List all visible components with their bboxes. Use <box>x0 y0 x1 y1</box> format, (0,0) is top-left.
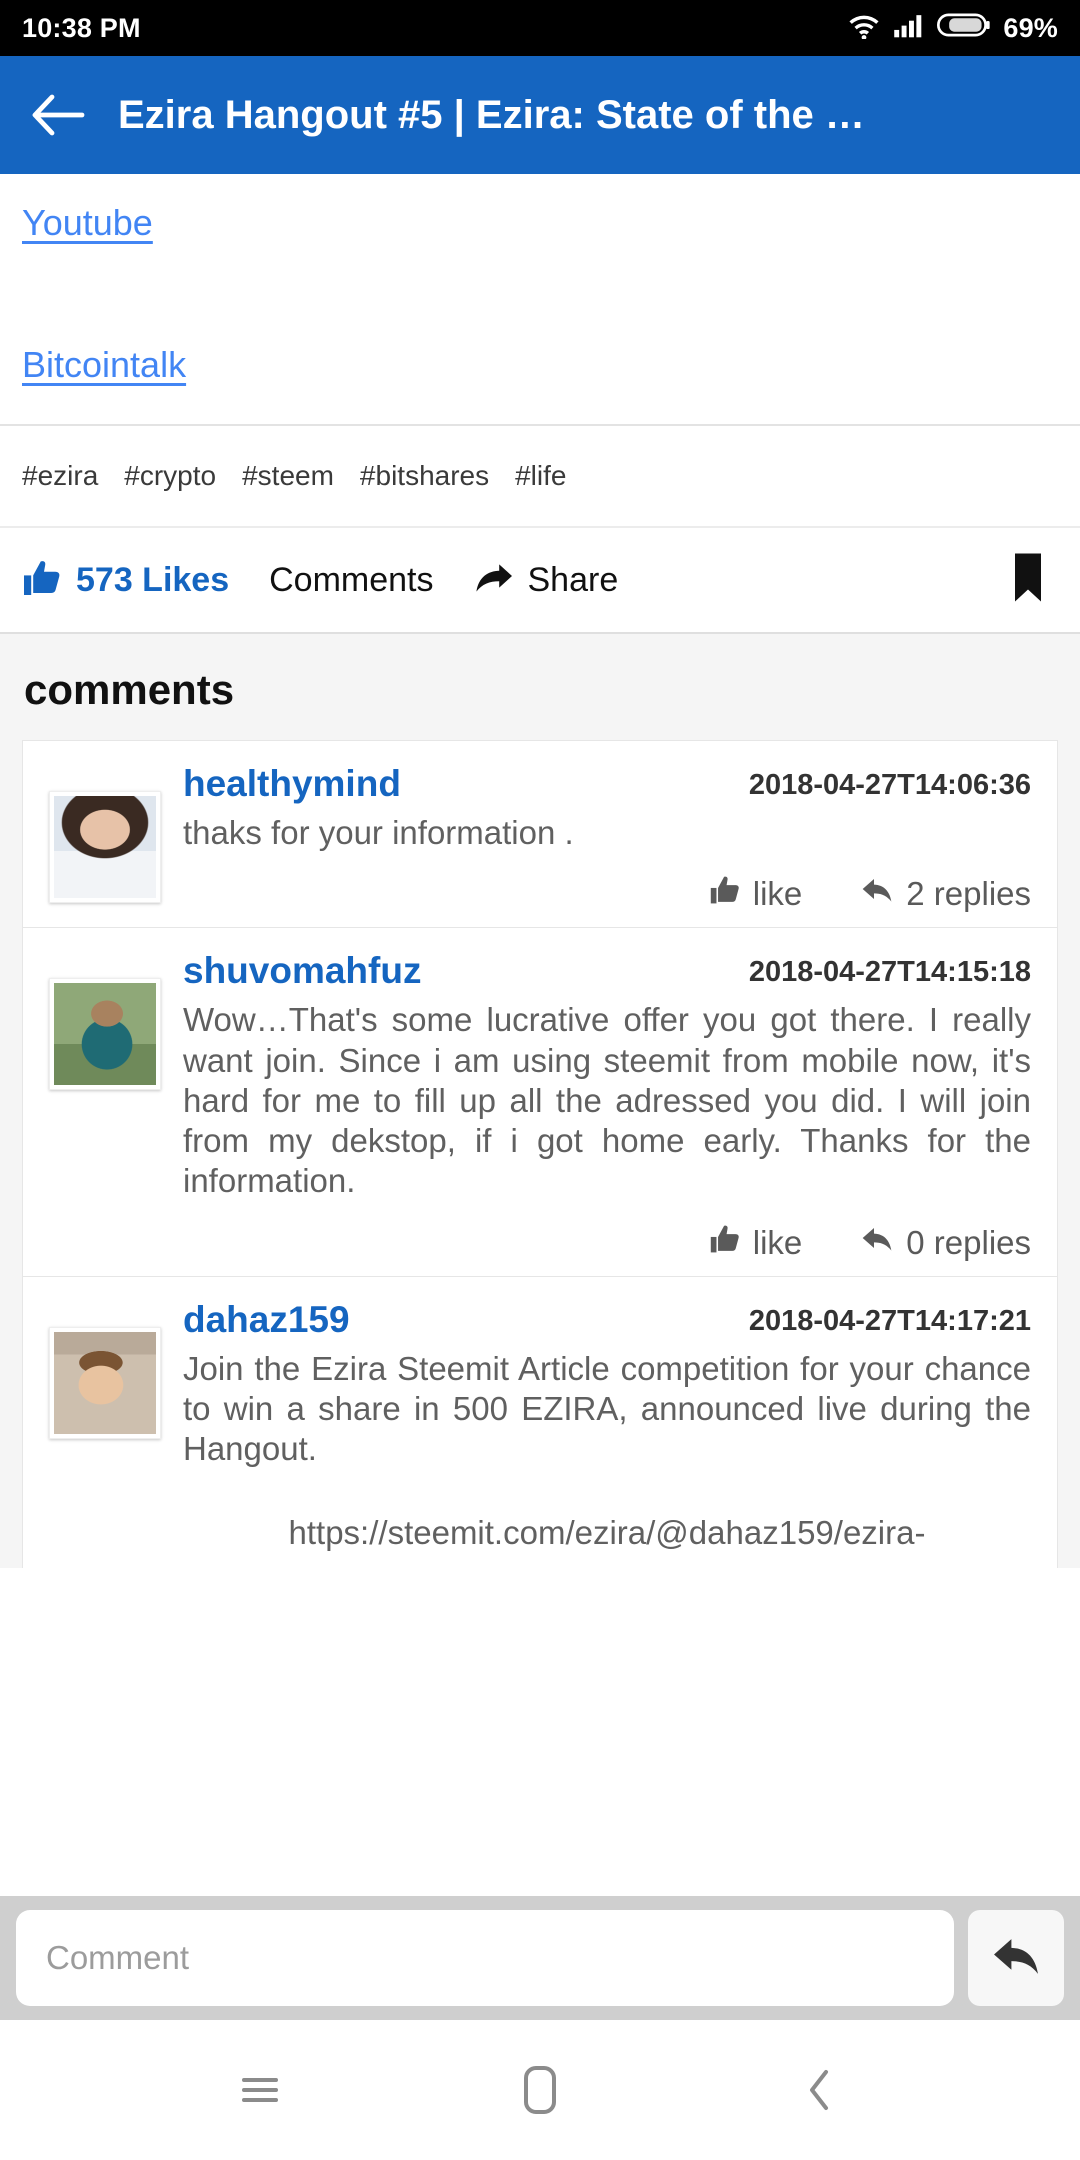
back-arrow-icon[interactable] <box>22 79 94 151</box>
thumbs-up-icon <box>709 875 741 913</box>
comment-timestamp: 2018-04-27T14:15:18 <box>748 956 1031 989</box>
share-label: Share <box>527 560 619 599</box>
status-bar: 10:38 PM 69% <box>0 0 1080 56</box>
comment-replies-label: 2 replies <box>906 875 1031 913</box>
reply-arrow-icon <box>860 875 894 913</box>
avatar-dahaz159[interactable] <box>49 1326 161 1439</box>
comment-header: shuvomahfuz 2018-04-27T14:15:18 <box>183 950 1031 992</box>
phone-screen: 10:38 PM 69% Ezira Hangout #5 | Ezira: S… <box>0 0 1080 2160</box>
article-link-row-youtube: Youtube <box>22 174 1058 244</box>
comment-username[interactable]: healthymind <box>183 763 401 805</box>
tag-bitshares[interactable]: #bitshares <box>360 460 489 492</box>
comment-item: healthymind 2018-04-27T14:06:36 thaks fo… <box>22 740 1058 928</box>
tag-list: #ezira #crypto #steem #bitshares #life <box>0 426 1080 526</box>
signal-icon <box>893 11 925 46</box>
thumbs-up-icon <box>709 1224 741 1262</box>
system-nav-bar <box>0 2020 1080 2160</box>
bookmark-button[interactable] <box>1010 552 1046 609</box>
comment-replies-label: 0 replies <box>906 1223 1031 1261</box>
comment-text-url[interactable]: https://steemit.com/ezira/@dahaz159/ezir… <box>183 1513 1031 1553</box>
comment-like-label: like <box>752 875 803 913</box>
share-button[interactable]: Share <box>474 560 619 601</box>
comment-replies-button[interactable]: 2 replies <box>860 875 1031 913</box>
comment-header: dahaz159 2018-04-27T14:17:21 <box>183 1299 1031 1341</box>
comment-item: dahaz159 2018-04-27T14:17:21 Join the Ez… <box>22 1275 1058 1568</box>
send-comment-button[interactable] <box>968 1910 1064 2006</box>
article-bottom-spacer <box>22 386 1058 424</box>
avatar-shuvomahfuz[interactable] <box>49 978 161 1091</box>
tag-steem[interactable]: #steem <box>242 460 334 492</box>
thumbs-up-icon <box>22 559 62 602</box>
article-link-row-bitcointalk: Bitcointalk <box>22 344 1058 386</box>
reply-arrow-icon <box>860 1224 894 1262</box>
article-body: Youtube Bitcointalk <box>0 174 1080 424</box>
comment-username[interactable]: dahaz159 <box>183 1299 350 1341</box>
comment-input[interactable] <box>16 1910 954 2006</box>
comment-text: Wow…That's some lucrative offer you got … <box>183 1001 1031 1200</box>
tag-crypto[interactable]: #crypto <box>124 460 216 492</box>
comment-text: thaks for your information . <box>183 814 574 851</box>
link-bitcointalk[interactable]: Bitcointalk <box>22 344 186 385</box>
comment-text: Join the Ezira Steemit Article competiti… <box>183 1349 1031 1468</box>
menu-icon[interactable] <box>212 2042 308 2138</box>
comment-header: healthymind 2018-04-27T14:06:36 <box>183 763 1031 805</box>
comment-timestamp: 2018-04-27T14:06:36 <box>748 769 1031 801</box>
like-button[interactable]: 573 Likes <box>22 559 229 602</box>
home-icon[interactable] <box>492 2042 588 2138</box>
battery-percent: 69% <box>1003 12 1058 43</box>
comment-composer <box>0 1896 1080 2020</box>
page-title: Ezira Hangout #5 | Ezira: State of the … <box>118 92 865 137</box>
reply-send-icon <box>990 1933 1042 1984</box>
comment-like-button[interactable]: like <box>709 1223 803 1262</box>
article-spacer <box>22 244 1058 344</box>
comment-item: shuvomahfuz 2018-04-27T14:15:18 Wow…That… <box>22 927 1058 1276</box>
battery-icon <box>937 11 991 46</box>
likes-count: 573 Likes <box>76 560 230 599</box>
comment-body: dahaz159 2018-04-27T14:17:21 Join the Ez… <box>183 1299 1031 1554</box>
comment-body: shuvomahfuz 2018-04-27T14:15:18 Wow…That… <box>183 950 1031 1261</box>
comments-heading: comments <box>0 634 1080 740</box>
action-bar: 573 Likes Comments Share <box>0 526 1080 634</box>
comment-timestamp: 2018-04-27T14:17:21 <box>748 1304 1031 1337</box>
comment-like-label: like <box>752 1223 803 1261</box>
avatar-healthymind[interactable] <box>49 791 161 903</box>
comment-like-button[interactable]: like <box>709 875 803 913</box>
tag-life[interactable]: #life <box>515 460 566 492</box>
comment-username[interactable]: shuvomahfuz <box>183 950 421 992</box>
status-bar-time: 10:38 PM <box>22 12 141 43</box>
comment-replies-button[interactable]: 0 replies <box>860 1224 1031 1262</box>
comment-body: healthymind 2018-04-27T14:06:36 thaks fo… <box>183 763 1031 913</box>
comments-button[interactable]: Comments <box>269 561 433 600</box>
comment-actions: like 2 replies <box>183 875 1031 913</box>
comment-actions: like 0 replies <box>183 1224 1031 1262</box>
tag-ezira[interactable]: #ezira <box>22 460 98 492</box>
back-chevron-icon[interactable] <box>772 2042 868 2138</box>
app-bar: Ezira Hangout #5 | Ezira: State of the … <box>0 56 1080 174</box>
status-bar-icons: 69% <box>847 11 1058 46</box>
wifi-icon <box>847 11 881 46</box>
share-arrow-icon <box>474 560 514 601</box>
bookmark-icon <box>1010 553 1046 608</box>
link-youtube[interactable]: Youtube <box>22 202 153 243</box>
comments-label: Comments <box>269 560 434 599</box>
comments-section: comments healthymind 2018-04-27T14:06:36… <box>0 634 1080 1568</box>
